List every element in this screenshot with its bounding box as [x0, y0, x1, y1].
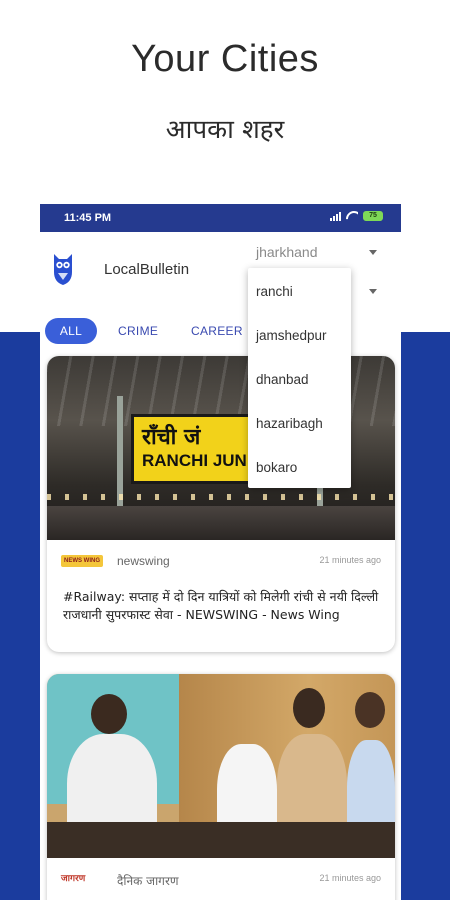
state-select[interactable]: jharkhand: [256, 244, 318, 260]
article-time: 21 minutes ago: [319, 555, 381, 565]
article-source-row: NEWS WING newswing 21 minutes ago: [47, 550, 395, 574]
promo-subtitle: आपका शहर: [165, 115, 285, 145]
status-time: 11:45 PM: [64, 212, 112, 224]
tab-crime[interactable]: CRIME: [118, 318, 158, 344]
newswing-logo-icon: NEWS WING: [61, 555, 103, 567]
city-option-ranchi[interactable]: ranchi: [256, 284, 293, 299]
article-headline[interactable]: #Railway: सप्ताह में दो दिन यात्रियों को…: [63, 588, 381, 624]
state-dropdown-arrow-icon[interactable]: [369, 250, 377, 255]
tab-career[interactable]: CAREER: [191, 318, 243, 344]
promo-title: Your Cities: [131, 38, 319, 80]
news-image: [47, 674, 395, 858]
city-option-hazaribagh[interactable]: hazaribagh: [256, 416, 323, 431]
wifi-icon: [346, 211, 358, 221]
jagran-logo-icon: जागरण: [61, 874, 86, 884]
battery-icon: 75: [363, 211, 383, 221]
news-card[interactable]: जागरण दैनिक जागरण 21 minutes ago: [47, 674, 395, 900]
city-dropdown-menu: ranchi jamshedpur dhanbad hazaribagh bok…: [248, 268, 351, 488]
signal-icon: [330, 211, 341, 221]
city-dropdown-arrow-icon[interactable]: [369, 289, 377, 294]
article-time: 21 minutes ago: [319, 873, 381, 883]
article-source: newswing: [117, 554, 170, 568]
city-option-jamshedpur[interactable]: jamshedpur: [256, 328, 327, 343]
app-title: LocalBulletin: [104, 261, 190, 278]
article-source: दैनिक जागरण: [117, 874, 179, 888]
city-option-bokaro[interactable]: bokaro: [256, 460, 297, 475]
tab-all[interactable]: ALL: [45, 318, 97, 344]
article-source-row: जागरण दैनिक जागरण 21 minutes ago: [47, 868, 395, 892]
city-option-dhanbad[interactable]: dhanbad: [256, 372, 309, 387]
status-bar: 11:45 PM 75: [40, 204, 401, 232]
owl-logo-icon: [54, 254, 72, 285]
